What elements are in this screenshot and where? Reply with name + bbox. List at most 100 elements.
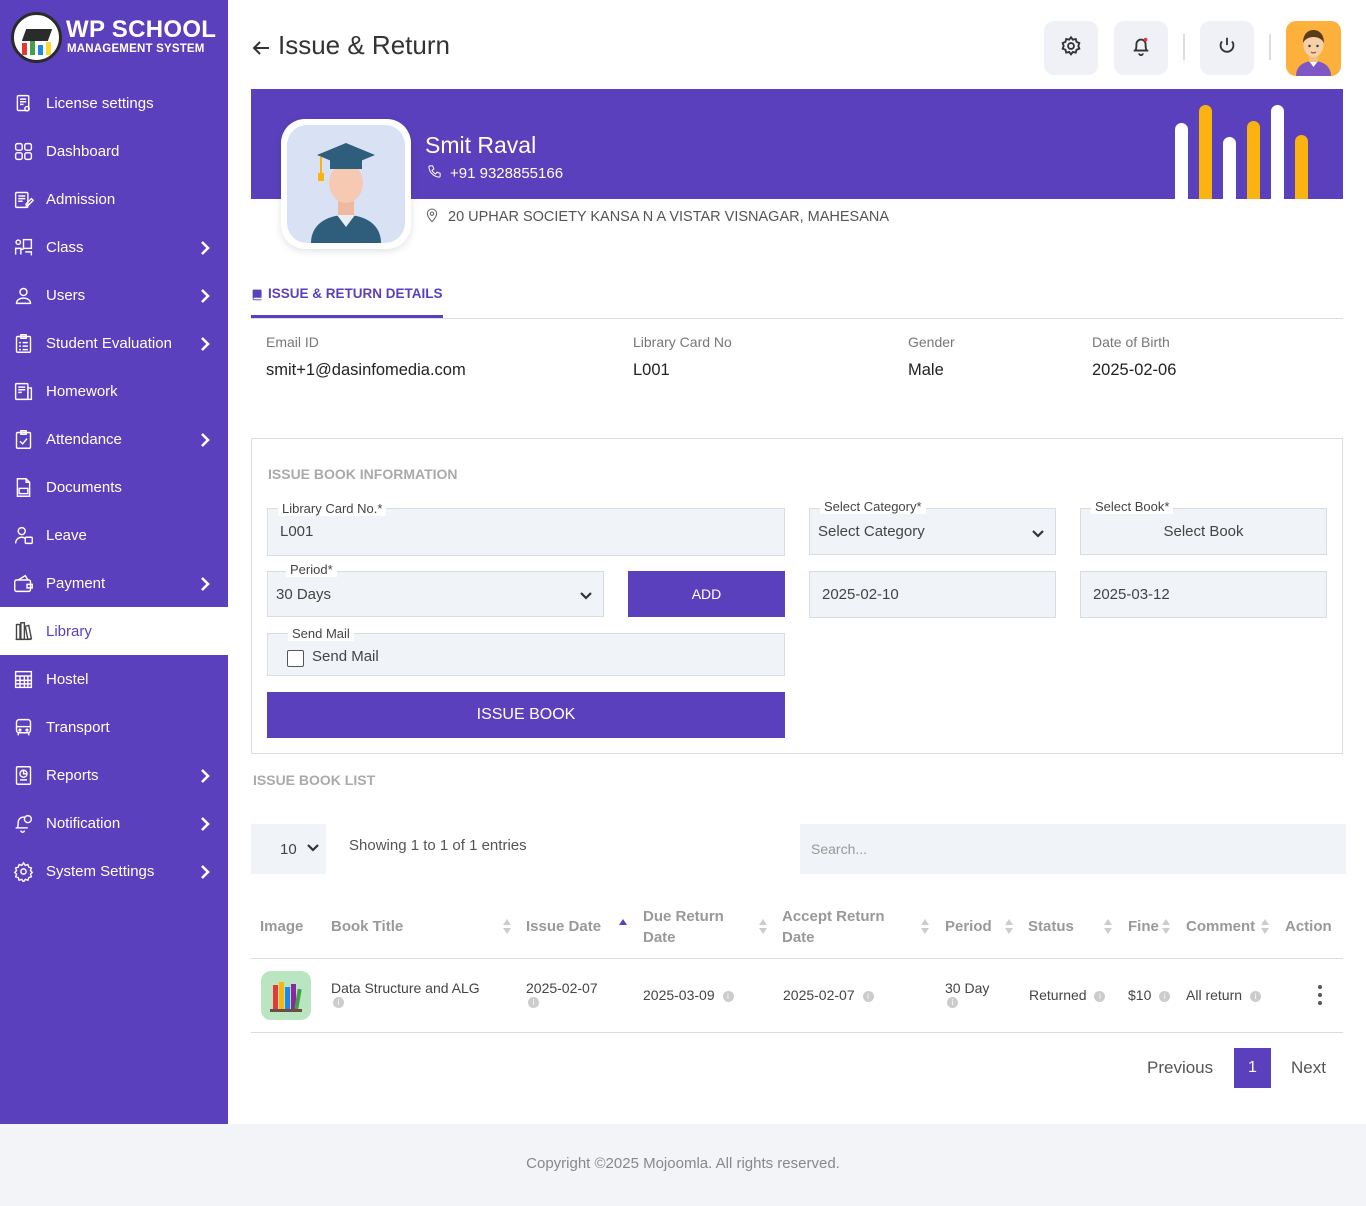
sidebar-item-reports[interactable]: Reports	[0, 751, 228, 799]
gender-value: Male	[908, 361, 944, 379]
sort-icon[interactable]	[1261, 919, 1269, 935]
book-select[interactable]: Select Book* Select Book	[1080, 499, 1327, 555]
tab-issue-return-details[interactable]: ISSUE & RETURN DETAILS	[251, 272, 443, 318]
search-placeholder: Search...	[811, 841, 868, 857]
category-select[interactable]: Select Category* Select Category	[809, 499, 1056, 555]
column-header-issue-date[interactable]: Issue Date	[526, 916, 601, 937]
sidebar-item-transport[interactable]: Transport	[0, 703, 228, 751]
sidebar-item-label: Leave	[46, 526, 87, 544]
issue-date-input[interactable]: 2025-02-10	[809, 571, 1056, 618]
brand-logo[interactable]: WP SCHOOL MANAGEMENT SYSTEM	[11, 12, 221, 64]
sort-icon[interactable]	[759, 919, 767, 935]
decorative-bars	[1175, 105, 1315, 199]
info-icon[interactable]: i	[947, 997, 958, 1008]
sidebar-item-documents[interactable]: Documents	[0, 463, 228, 511]
table-row-period: 30 Day i	[945, 980, 989, 1008]
add-period-button[interactable]: ADD	[628, 571, 785, 617]
notifications-button[interactable]	[1114, 21, 1168, 75]
sidebar-item-system-settings[interactable]: System Settings	[0, 847, 228, 895]
settings-button[interactable]	[1044, 21, 1098, 75]
sidebar-item-library[interactable]: Library	[0, 607, 228, 655]
info-icon[interactable]: i	[528, 997, 539, 1008]
sort-icon[interactable]	[921, 919, 929, 935]
pagination-next[interactable]: Next	[1291, 1058, 1326, 1078]
library-card-value: L001	[633, 361, 670, 379]
power-icon	[1216, 35, 1238, 61]
more-actions-icon[interactable]	[1317, 985, 1323, 1005]
logout-button[interactable]	[1200, 21, 1254, 75]
sidebar-item-label: Admission	[46, 190, 116, 208]
column-header-comment[interactable]: Comment	[1186, 916, 1255, 937]
sidebar-item-homework[interactable]: Homework	[0, 367, 228, 415]
page-title: Issue & Return	[250, 30, 450, 61]
issue-list-title: ISSUE BOOK LIST	[253, 772, 376, 788]
sort-icon[interactable]	[503, 919, 511, 935]
user-avatar-icon	[1296, 30, 1331, 76]
sidebar-item-attendance[interactable]: Attendance	[0, 415, 228, 463]
issue-book-button[interactable]: ISSUE BOOK	[267, 692, 785, 738]
page-length-value: 10	[280, 840, 297, 858]
sidebar-item-leave[interactable]: Leave	[0, 511, 228, 559]
library-card-input-value: L001	[280, 523, 314, 540]
sort-icon[interactable]	[1104, 919, 1112, 935]
sidebar-item-dashboard[interactable]: Dashboard	[0, 127, 228, 175]
brand-title: WP SCHOOL	[66, 16, 217, 43]
sidebar-item-license-settings[interactable]: License settings	[0, 79, 228, 127]
page-length-select[interactable]: 10	[251, 824, 326, 874]
issue-section-title: ISSUE BOOK INFORMATION	[268, 466, 458, 482]
sort-asc-icon[interactable]	[619, 919, 627, 935]
book-select-label: Select Book*	[1091, 499, 1174, 514]
dob-value: 2025-02-06	[1092, 361, 1177, 379]
pagination-previous[interactable]: Previous	[1147, 1058, 1213, 1078]
pagination-page-1[interactable]: 1	[1234, 1048, 1271, 1088]
student-address-text: 20 UPHAR SOCIETY KANSA N A VISTAR VISNAG…	[448, 209, 890, 225]
table-row-book-title: Data Structure and ALG i	[331, 980, 480, 1008]
graduate-avatar-icon	[311, 143, 381, 243]
column-header-period[interactable]: Period	[945, 916, 992, 937]
sidebar-item-student-evaluation[interactable]: Student Evaluation	[0, 319, 228, 367]
school-logo-icon	[11, 12, 62, 63]
sidebar-item-admission[interactable]: Admission	[0, 175, 228, 223]
column-header-fine[interactable]: Fine	[1128, 916, 1159, 937]
sidebar-item-users[interactable]: Users	[0, 271, 228, 319]
sidebar-item-label: Payment	[46, 574, 106, 592]
column-header-accept-return-date[interactable]: Accept Return Date	[782, 906, 902, 948]
sidebar-item-hostel[interactable]: Hostel	[0, 655, 228, 703]
library-card-label: Library Card No	[633, 334, 732, 350]
sidebar-item-class[interactable]: Class	[0, 223, 228, 271]
column-header-due-return-date[interactable]: Due Return Date	[643, 906, 743, 948]
library-icon	[12, 620, 34, 642]
sort-icon[interactable]	[1005, 919, 1013, 935]
entries-info: Showing 1 to 1 of 1 entries	[349, 837, 527, 854]
sidebar-item-notification[interactable]: Notification	[0, 799, 228, 847]
issue-date-value: 2025-02-10	[822, 586, 899, 603]
gender-label: Gender	[908, 334, 955, 350]
chevron-right-icon	[200, 336, 210, 351]
return-date-input[interactable]: 2025-03-12	[1080, 571, 1327, 618]
send-mail-checkbox[interactable]	[287, 650, 304, 667]
sort-icon[interactable]	[1162, 919, 1170, 935]
chevron-right-icon	[200, 432, 210, 447]
sidebar-item-payment[interactable]: Payment	[0, 559, 228, 607]
book-thumbnail	[261, 971, 311, 1020]
info-icon[interactable]: i	[1249, 990, 1261, 1002]
phone-icon	[427, 164, 450, 183]
column-header-book-title[interactable]: Book Title	[331, 916, 403, 937]
sidebar-item-label: Homework	[46, 382, 118, 400]
due-return-date-cell: 2025-03-09	[643, 987, 715, 1003]
info-icon[interactable]: i	[722, 990, 734, 1002]
library-card-input[interactable]: Library Card No.* L001	[267, 501, 785, 556]
notification-icon	[12, 812, 34, 834]
info-icon[interactable]: i	[1094, 990, 1106, 1002]
info-icon[interactable]: i	[862, 990, 874, 1002]
user-avatar[interactable]	[1286, 21, 1341, 76]
column-header-status[interactable]: Status	[1028, 916, 1074, 937]
chevron-right-icon	[200, 768, 210, 783]
info-icon[interactable]: i	[333, 997, 344, 1008]
period-select[interactable]: Period* 30 Days	[267, 562, 604, 617]
book-title-value: Data Structure and ALG	[331, 980, 480, 996]
sidebar-item-label: Student Evaluation	[46, 334, 172, 352]
search-input[interactable]: Search...	[800, 824, 1346, 874]
info-icon[interactable]: i	[1159, 990, 1171, 1002]
back-arrow-icon[interactable]	[250, 35, 272, 57]
